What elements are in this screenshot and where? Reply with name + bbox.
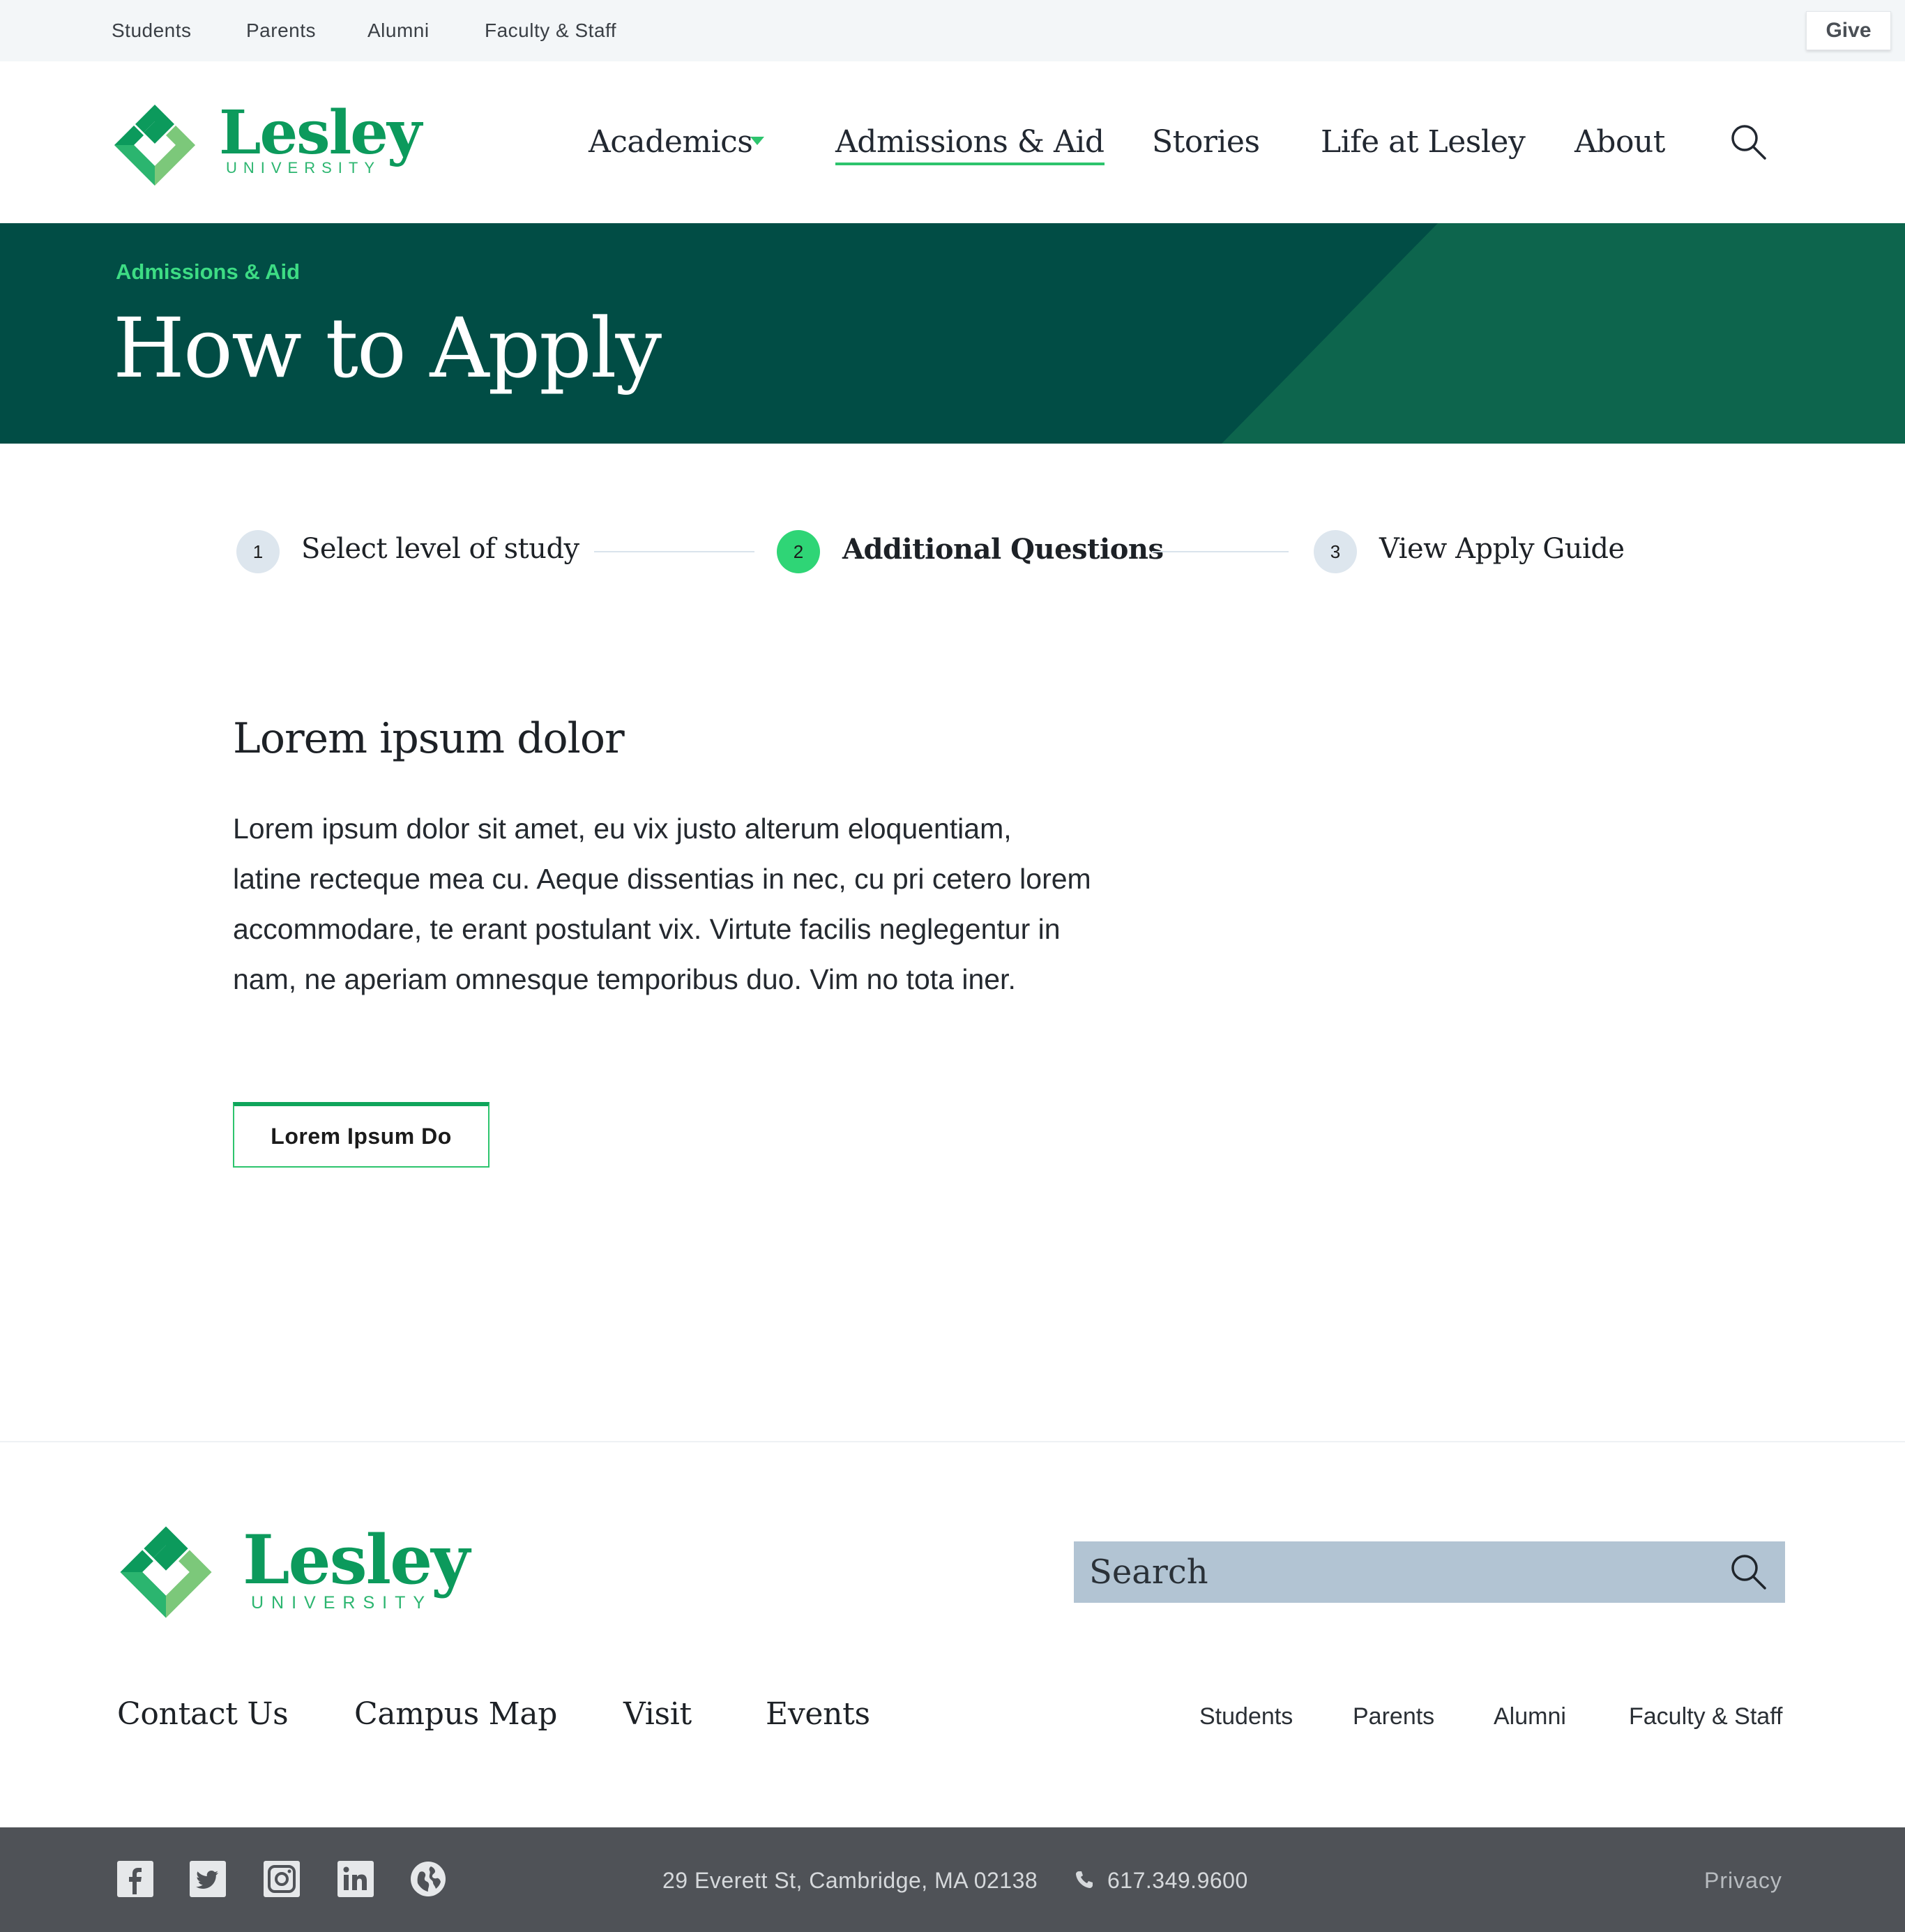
logo-wordmark: Lesley (219, 98, 422, 168)
logo-mark-icon (120, 1526, 212, 1618)
footer-link-visit[interactable]: Visit (623, 1696, 692, 1732)
body-line: latine recteque mea cu. Aeque dissentias… (233, 863, 1091, 895)
nav-academics[interactable]: Academics (589, 124, 753, 160)
step-2-number[interactable]: 2 (777, 530, 820, 573)
nav-admissions-aid[interactable]: Admissions & Aid (835, 124, 1105, 165)
footer-link-campus-map[interactable]: Campus Map (354, 1696, 557, 1732)
step-1-number[interactable]: 1 (236, 530, 280, 573)
utility-link-faculty-staff[interactable]: Faculty & Staff (485, 20, 616, 42)
footer-logo[interactable]: Lesley UNIVERSITY (117, 1520, 480, 1621)
twitter-icon[interactable] (190, 1861, 226, 1897)
logo-mark-icon (114, 105, 195, 186)
utility-bar: Students Parents Alumni Faculty & Staff … (0, 0, 1905, 61)
footer-privacy-link[interactable]: Privacy (1704, 1868, 1782, 1894)
header-logo[interactable]: Lesley UNIVERSITY (112, 98, 422, 188)
nav-about[interactable]: About (1574, 124, 1665, 160)
footer-link-faculty-staff[interactable]: Faculty & Staff (1629, 1703, 1782, 1730)
step-2-label[interactable]: Additional Questions (842, 533, 1164, 566)
logo-wordmark: Lesley (243, 1520, 470, 1599)
globe-icon[interactable] (410, 1861, 446, 1897)
nav-life-at-lesley[interactable]: Life at Lesley (1321, 124, 1526, 160)
body-line: accommodare, te erant postulant vix. Vir… (233, 913, 1061, 945)
nav-stories[interactable]: Stories (1152, 124, 1260, 160)
footer-divider (0, 1441, 1905, 1442)
footer-link-contact-us[interactable]: Contact Us (117, 1696, 289, 1732)
search-icon[interactable] (1729, 123, 1768, 162)
footer-link-alumni[interactable]: Alumni (1494, 1703, 1566, 1730)
footer-link-events[interactable]: Events (766, 1696, 870, 1732)
step-3-label[interactable]: View Apply Guide (1379, 533, 1625, 565)
footer-search-input[interactable] (1074, 1541, 1715, 1603)
step-connector (1152, 551, 1289, 552)
hero-banner: Admissions & Aid How to Apply (0, 223, 1905, 444)
step-connector (594, 551, 754, 552)
primary-cta-button[interactable]: Lorem Ipsum Do (233, 1102, 489, 1168)
chevron-down-icon (750, 137, 764, 145)
search-icon[interactable] (1729, 1553, 1768, 1592)
logo-subtitle: UNIVERSITY (226, 159, 381, 176)
footer-address: 29 Everett St, Cambridge, MA 02138 (662, 1868, 1038, 1893)
body-line: nam, ne aperiam omnesque temporibus duo.… (233, 963, 1016, 995)
footer-link-students[interactable]: Students (1199, 1703, 1293, 1730)
utility-link-alumni[interactable]: Alumni (367, 20, 430, 42)
give-button[interactable]: Give (1806, 11, 1891, 50)
linkedin-icon[interactable] (337, 1861, 374, 1897)
step-1-label[interactable]: Select level of study (301, 533, 579, 565)
logo-subtitle: UNIVERSITY (251, 1593, 433, 1613)
section-body: Lorem ipsum dolor sit amet, eu vix justo… (233, 803, 1195, 1004)
utility-link-parents[interactable]: Parents (246, 20, 316, 42)
page-title: How to Apply (113, 300, 662, 396)
facebook-icon[interactable] (117, 1861, 153, 1897)
instagram-icon[interactable] (264, 1861, 300, 1897)
footer-link-parents[interactable]: Parents (1353, 1703, 1434, 1730)
hero-eyebrow[interactable]: Admissions & Aid (116, 259, 300, 285)
phone-icon (1074, 1869, 1095, 1890)
footer-phone[interactable]: 617.349.9600 (1107, 1868, 1248, 1894)
section-heading: Lorem ipsum dolor (233, 714, 625, 763)
body-line: Lorem ipsum dolor sit amet, eu vix justo… (233, 813, 1012, 845)
main-header: Lesley UNIVERSITY Academics Admissions &… (0, 61, 1905, 223)
utility-link-students[interactable]: Students (112, 20, 192, 42)
footer-search (1074, 1541, 1785, 1603)
step-3-number[interactable]: 3 (1314, 530, 1357, 573)
